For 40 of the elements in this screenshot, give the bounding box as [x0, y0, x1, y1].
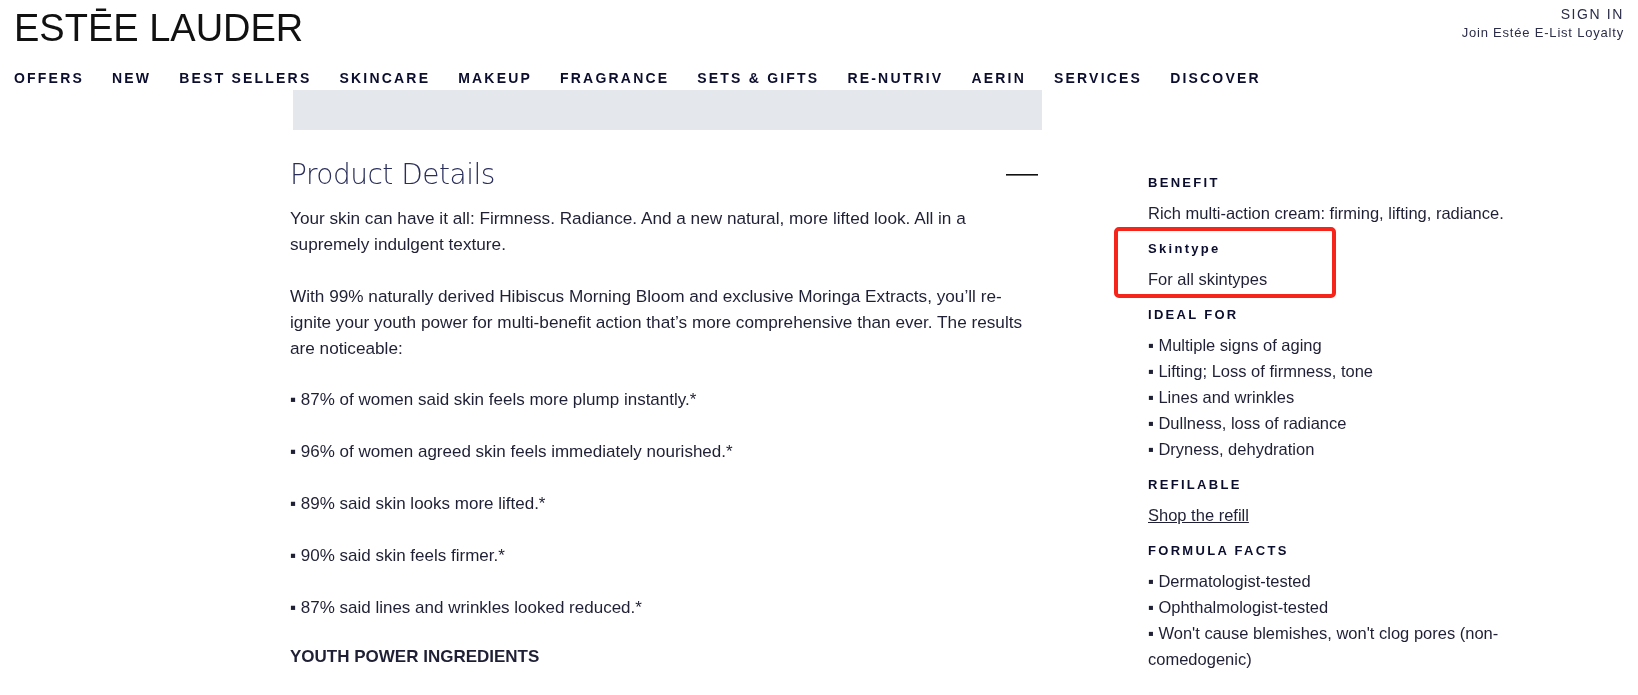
result-bullet: ▪ 89% said skin looks more lifted.*	[290, 493, 547, 515]
sign-in-link[interactable]: SIGN IN	[1560, 6, 1624, 22]
result-bullet: ▪ 96% of women agreed skin feels immediately nourished.*	[290, 441, 734, 463]
attribute-heading: IDEAL FOR	[1148, 306, 1240, 324]
attribute-heading: Skintype	[1148, 240, 1222, 258]
nav-link[interactable]: DISCOVER	[1170, 70, 1261, 90]
refill-link[interactable]: Shop the refill	[1148, 506, 1249, 524]
result-bullet: ▪ 90% said skin feels firmer.*	[290, 545, 506, 567]
attribute-heading: FORMULA FACTS	[1148, 542, 1290, 560]
nav-link[interactable]: SKINCARE	[339, 70, 431, 90]
attribute-item: ▪ Dermatologist-tested	[1148, 571, 1312, 592]
brand-logo[interactable]: ESTĒE LAUDER	[14, 6, 304, 50]
section-title: Product Details	[290, 158, 495, 191]
attribute-item: ▪ Multiple signs of aging	[1148, 335, 1323, 356]
attribute-item: ▪ Ophthalmologist-tested	[1148, 597, 1330, 618]
attribute-item: ▪ Won't cause blemishes, won't clog pores (non-comedogenic)	[1148, 623, 1500, 670]
nav-link[interactable]: OFFERS	[14, 70, 84, 90]
attribute-text: For all skintypes	[1148, 269, 1269, 290]
attribute-heading: BENEFIT	[1148, 174, 1221, 192]
attribute-item: ▪ Lines and wrinkles	[1148, 387, 1296, 408]
attribute-item: ▪ Dullness, loss of radiance	[1148, 413, 1348, 434]
ingredients-heading: YOUTH POWER INGREDIENTS	[290, 647, 541, 667]
description-paragraph: With 99% naturally derived Hibiscus Morning Bloom and exclusive Moringa Extracts, you’ll re-ignite your youth power for multi-benefit action that’s more comprehensive than ever. The results are noticeable:	[290, 285, 1024, 360]
attribute-heading: REFILABLE	[1148, 476, 1243, 494]
nav-link[interactable]: RE-NUTRIV	[847, 70, 944, 90]
nav-link[interactable]: MAKEUP	[458, 70, 533, 90]
nav-link[interactable]: BEST SELLERS	[179, 70, 312, 90]
result-bullet: ▪ 87% said lines and wrinkles looked reduced.*	[290, 597, 643, 619]
attribute-item: ▪ Dryness, dehydration	[1148, 439, 1316, 460]
minus-icon	[1006, 173, 1038, 176]
nav-link[interactable]: SERVICES	[1053, 70, 1143, 90]
nav-link[interactable]: FRAGRANCE	[560, 70, 670, 90]
attribute-text: Rich multi-action cream: firming, lifting, radiance.	[1148, 203, 1505, 224]
nav-link[interactable]: AERIN	[971, 70, 1026, 90]
attribute-item: ▪ Lifting; Loss of firmness, tone	[1148, 361, 1375, 382]
nav-link[interactable]: NEW	[112, 70, 152, 90]
nav-link[interactable]: SETS & GIFTS	[697, 70, 820, 90]
description-paragraph: Your skin can have it all: Firmness. Radiance. And a new natural, more lifted look. All in a supremely indulgent texture.	[290, 207, 967, 256]
loyalty-link[interactable]: Join Estée E-List Loyalty	[1461, 25, 1624, 40]
result-bullet: ▪ 87% of women said skin feels more plump instantly.*	[290, 389, 698, 411]
